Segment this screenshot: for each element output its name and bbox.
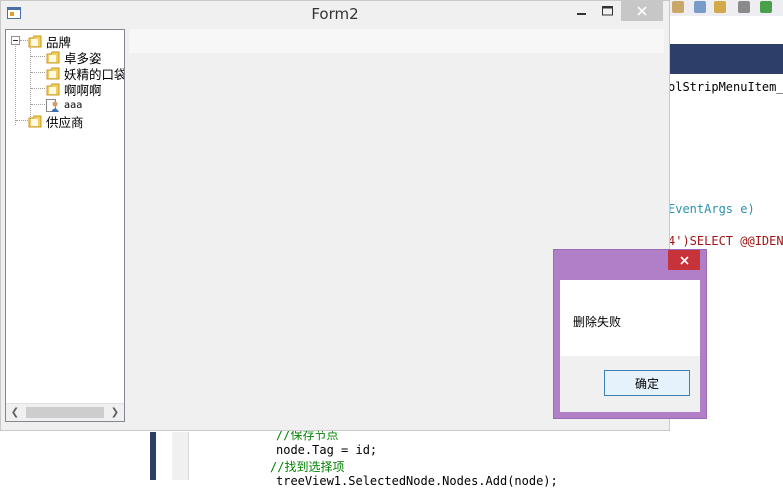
code-line: node.Tag = id;: [276, 443, 378, 457]
tree-node-label: 啊啊啊: [64, 82, 102, 98]
ide-tab-bar: [662, 44, 783, 74]
editor-margin: [150, 432, 156, 480]
maximize-icon: [601, 6, 613, 16]
tree-connector: [31, 88, 45, 89]
tree-connector: [31, 72, 45, 73]
tree-connector: [20, 40, 28, 41]
close-icon: [679, 255, 689, 265]
scroll-right-icon[interactable]: ❯: [108, 406, 122, 419]
window-title: Form2: [311, 5, 359, 23]
tree-connector: [16, 120, 28, 121]
code-comment: //找到选择项: [270, 460, 345, 474]
editor-gutter: [172, 432, 189, 480]
close-icon: [637, 6, 647, 16]
tree-node-supplier[interactable]: 供应商: [28, 113, 84, 130]
folder-icon: [46, 67, 60, 80]
toolbar-icon-3[interactable]: [714, 1, 726, 13]
code-editor-bottom[interactable]: //保存节点 node.Tag = id; //找到选择项 treeView1.…: [0, 424, 783, 488]
folder-icon: [46, 83, 60, 96]
horizontal-scrollbar[interactable]: ❮ ❯: [6, 403, 124, 421]
dialog-close-button[interactable]: [668, 250, 700, 270]
ok-button[interactable]: 确定: [604, 370, 690, 396]
tree-view[interactable]: 品牌 卓多姿 妖精的口袋 啊啊啊 aaa 供应商 ❮ ❯: [5, 29, 125, 422]
code-line: olStripMenuItem_C: [668, 80, 783, 94]
content-panel: [129, 29, 664, 53]
title-bar[interactable]: Form2: [1, 1, 669, 27]
folder-icon: [28, 115, 42, 128]
tree-node-label: 供应商: [46, 114, 84, 130]
minimize-icon: [577, 13, 586, 15]
close-button[interactable]: [621, 1, 663, 21]
scrollbar-thumb[interactable]: [26, 407, 104, 418]
code-line: 4')SELECT @@IDENT: [668, 234, 783, 248]
tree-connector: [31, 104, 45, 105]
minimize-button[interactable]: [571, 1, 593, 21]
tree-connector: [15, 46, 16, 125]
toolbar-icon-1[interactable]: [672, 1, 684, 13]
tree-connector: [31, 56, 45, 57]
code-line: treeView1.SelectedNode.Nodes.Add(node);: [276, 474, 558, 488]
message-box: 删除失败 确定: [553, 249, 707, 419]
ide-toolbar: [662, 0, 783, 16]
dialog-footer: 确定: [560, 356, 700, 412]
collapse-toggle[interactable]: [11, 36, 20, 45]
user-icon: [46, 98, 60, 112]
scroll-left-icon[interactable]: ❮: [8, 406, 22, 419]
toolbar-icon-2[interactable]: [694, 1, 706, 13]
dialog-body: 删除失败: [560, 280, 700, 356]
run-icon[interactable]: [760, 1, 772, 13]
tools-icon[interactable]: [738, 1, 750, 13]
dialog-message: 删除失败: [573, 315, 622, 329]
folder-icon: [28, 35, 42, 48]
code-line: EventArgs e): [668, 202, 755, 216]
tree-node-label: aaa: [64, 99, 83, 111]
tree-node-child[interactable]: 啊啊啊: [46, 81, 102, 98]
maximize-button[interactable]: [595, 1, 619, 21]
folder-icon: [46, 51, 60, 64]
